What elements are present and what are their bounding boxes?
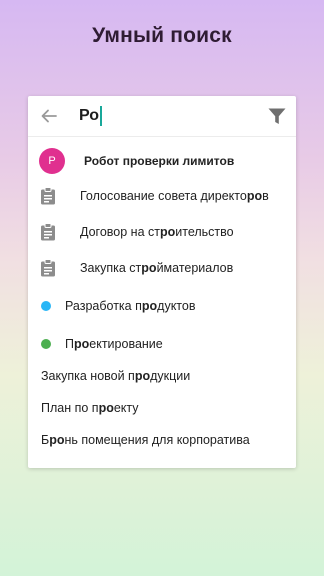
result-item[interactable]: План по проекту [28, 392, 296, 424]
result-item[interactable]: Договор на строительство [28, 216, 296, 248]
result-label: Закупка новой продукции [41, 369, 190, 383]
avatar: Р [39, 148, 65, 174]
result-label: Договор на строительство [80, 225, 234, 239]
back-button[interactable] [40, 107, 58, 125]
result-item[interactable]: Проектирование [28, 328, 296, 360]
text-caret [100, 106, 103, 126]
project-color-dot [41, 301, 51, 311]
label-prefix: Закупка новой п [41, 369, 135, 383]
result-label: Голосование совета директоров [80, 189, 269, 203]
result-item[interactable]: Разработка продуктов [28, 290, 296, 322]
label-prefix: Голосование совета директо [80, 189, 247, 203]
match-highlight: ро [159, 225, 176, 239]
match-highlight: Робот проверки лимитов [84, 154, 235, 168]
search-input[interactable]: Ро [79, 105, 249, 127]
label-suffix: дукции [150, 369, 191, 383]
label-suffix: йматериалов [156, 261, 234, 275]
filter-button[interactable] [268, 108, 286, 125]
result-label: Робот проверки лимитов [84, 154, 234, 168]
search-bar: Ро [28, 96, 296, 137]
label-suffix: ектирование [89, 337, 163, 351]
funnel-icon [268, 108, 286, 124]
result-label: Бронь помещения для корпоратива [41, 433, 250, 447]
result-label: План по проекту [41, 401, 139, 415]
result-label: Разработка продуктов [65, 299, 196, 313]
match-highlight: ро [73, 337, 90, 351]
label-prefix: Б [41, 433, 50, 447]
label-suffix: дуктов [157, 299, 196, 313]
label-suffix: нь помещения для корпоратива [64, 433, 250, 447]
label-suffix: в [262, 189, 269, 203]
result-item[interactable]: Закупка стройматериалов [28, 252, 296, 284]
result-item[interactable]: Р Робот проверки лимитов [28, 145, 296, 177]
result-label: Проектирование [65, 337, 163, 351]
search-panel: Ро Р Робот проверки лимитов Голосование со… [28, 96, 296, 468]
match-highlight: ро [98, 401, 114, 415]
label-suffix: екту [113, 401, 139, 415]
clipboard-icon [40, 223, 56, 241]
match-highlight: ро [246, 189, 263, 203]
label-prefix: План по п [41, 401, 99, 415]
match-highlight: ро [141, 261, 157, 275]
match-highlight: ро [134, 369, 151, 383]
page-title: Умный поиск [92, 24, 232, 47]
project-color-dot [41, 339, 51, 349]
label-prefix: Договор на ст [80, 225, 160, 239]
label-prefix: Закупка ст [80, 261, 142, 275]
label-prefix: П [65, 337, 74, 351]
arrow-left-icon [41, 109, 57, 123]
match-highlight: ро [49, 433, 65, 447]
clipboard-icon [40, 187, 56, 205]
result-item[interactable]: Закупка новой продукции [28, 360, 296, 392]
result-item[interactable]: Бронь помещения для корпоратива [28, 424, 296, 456]
match-highlight: ро [141, 299, 158, 313]
result-item[interactable]: Голосование совета директоров [28, 180, 296, 212]
result-label: Закупка стройматериалов [80, 261, 233, 275]
label-prefix: Разработка п [65, 299, 142, 313]
clipboard-icon [40, 259, 56, 277]
search-query: Ро [79, 107, 100, 124]
label-suffix: ительство [175, 225, 234, 239]
